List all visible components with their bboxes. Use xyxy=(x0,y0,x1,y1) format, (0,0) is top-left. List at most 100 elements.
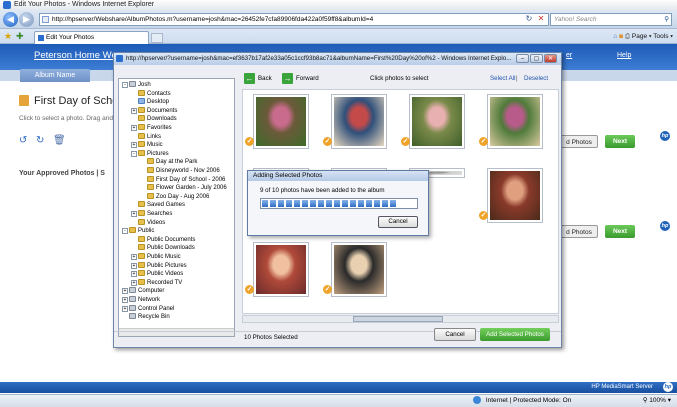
new-tab-button[interactable] xyxy=(151,33,163,43)
tree-item[interactable]: + Music xyxy=(131,141,163,149)
command-bar-labels[interactable]: Page ▾ Tools ▾ xyxy=(632,33,673,40)
expand-icon[interactable]: + xyxy=(131,271,137,278)
photo-thumbnail[interactable] xyxy=(487,94,543,149)
tree-item[interactable]: + Control Panel xyxy=(122,304,174,313)
help-link[interactable]: Help xyxy=(617,52,631,59)
tree-item[interactable]: Zoo Day - Aug 2006 xyxy=(140,192,209,201)
grid-scrollbar[interactable] xyxy=(242,315,559,323)
selected-check-icon[interactable]: ✓ xyxy=(245,285,254,294)
site-title-link[interactable]: Peterson Home We xyxy=(34,50,117,61)
tree-item[interactable]: Flower Garden - July 2006 xyxy=(140,184,227,192)
expand-icon[interactable]: + xyxy=(131,262,137,269)
add-favorite-icon[interactable]: ✚ xyxy=(16,31,24,42)
expand-icon[interactable]: + xyxy=(131,211,137,217)
zoom-level[interactable]: ⚲ 100% ▾ xyxy=(643,395,671,407)
security-zone[interactable]: Internet | Protected Mode: On xyxy=(473,395,571,407)
add-photos-button-top[interactable]: d Photos xyxy=(560,135,598,148)
tree-item[interactable]: + Documents xyxy=(131,106,177,115)
maximize-button[interactable]: ▢ xyxy=(530,54,543,63)
selected-check-icon[interactable]: ✓ xyxy=(479,211,488,220)
tree-item[interactable]: Public Downloads xyxy=(131,244,195,252)
tree-item[interactable]: + Network xyxy=(122,296,160,304)
tree-item[interactable]: Recycle Bin xyxy=(122,313,170,321)
expand-icon[interactable]: + xyxy=(131,107,137,114)
tree-item[interactable]: + Recorded TV xyxy=(131,278,182,287)
selected-check-icon[interactable]: ✓ xyxy=(323,285,332,294)
add-selected-photos-button[interactable]: Add Selected Photos xyxy=(480,328,550,341)
forward-arrow-icon[interactable]: ▶ xyxy=(19,12,34,27)
selected-check-icon[interactable]: ✓ xyxy=(323,137,332,146)
forward-arrow-icon[interactable]: → xyxy=(282,73,293,84)
next-button-bottom[interactable]: Next xyxy=(605,225,635,238)
photo-thumbnail[interactable] xyxy=(253,242,309,297)
tree-item[interactable]: Disneyworld - Nov 2006 xyxy=(140,167,220,175)
photo-thumbnail[interactable] xyxy=(331,242,387,297)
expand-icon[interactable]: + xyxy=(131,254,137,260)
collapse-icon[interactable]: - xyxy=(122,82,128,88)
expand-icon[interactable]: + xyxy=(131,142,137,149)
expand-icon[interactable]: + xyxy=(131,279,137,286)
command-bar[interactable]: ⌂ ◙ ⎙ Page ▾ Tools ▾ xyxy=(613,31,673,43)
back-label[interactable]: Back xyxy=(258,75,272,82)
print-icon[interactable]: ⎙ xyxy=(625,33,630,40)
folder-tree[interactable]: - Josh Contacts Desktop + Documents Downloads +… xyxy=(118,78,235,337)
browser-tab[interactable]: Edit Your Photos xyxy=(34,31,149,44)
cancel-button[interactable]: Cancel xyxy=(434,328,476,341)
tree-item[interactable]: - Pictures xyxy=(131,149,169,158)
collapse-icon[interactable]: - xyxy=(131,150,137,157)
tree-item[interactable]: + Public Pictures xyxy=(131,261,187,270)
tree-item[interactable]: + Computer xyxy=(122,287,164,295)
collapse-icon[interactable]: - xyxy=(122,228,128,235)
add-photos-button-bottom[interactable]: d Photos xyxy=(560,225,598,238)
search-icon[interactable]: ⚲ xyxy=(664,14,669,25)
tree-item[interactable]: + Public Videos xyxy=(131,270,183,278)
deselect-link[interactable]: Deselect xyxy=(524,75,548,82)
delete-icon[interactable]: 🗑 xyxy=(53,135,66,146)
user-link[interactable]: er xyxy=(566,52,572,59)
tree-scrollbar[interactable] xyxy=(119,328,234,336)
scroll-thumb[interactable] xyxy=(353,316,443,322)
next-button-top[interactable]: Next xyxy=(605,135,635,148)
dialog-cancel-button[interactable]: Cancel xyxy=(378,216,418,228)
tree-item[interactable]: + Searches xyxy=(131,210,172,218)
favorites-star-icon[interactable]: ★ xyxy=(4,31,12,42)
close-button[interactable]: ✕ xyxy=(544,54,557,63)
forward-label[interactable]: Forward xyxy=(296,75,319,82)
tree-item[interactable]: Saved Games xyxy=(131,201,185,209)
back-arrow-icon[interactable]: ◀ xyxy=(3,12,18,27)
refresh-icon[interactable]: ↻ xyxy=(524,14,534,24)
minimize-button[interactable]: – xyxy=(516,54,529,63)
tree-item[interactable]: First Day of School - 2006 xyxy=(140,175,225,184)
back-arrow-icon[interactable]: ← xyxy=(244,73,255,84)
selected-check-icon[interactable]: ✓ xyxy=(245,137,254,146)
selected-check-icon[interactable]: ✓ xyxy=(479,137,488,146)
popup-title-bar[interactable]: http://hpserver/?username=josh&mac=ef363… xyxy=(114,53,561,65)
expand-icon[interactable]: + xyxy=(131,125,137,131)
expand-icon[interactable]: + xyxy=(122,305,128,312)
selected-check-icon[interactable]: ✓ xyxy=(401,137,410,146)
expand-icon[interactable]: + xyxy=(122,297,128,303)
photo-thumbnail[interactable] xyxy=(409,94,465,149)
photo-thumbnail[interactable] xyxy=(487,168,543,223)
tree-item[interactable]: + Public Music xyxy=(131,253,181,261)
tree-item[interactable]: - Public xyxy=(122,227,154,235)
feeds-icon[interactable]: ◙ xyxy=(619,33,623,40)
tree-item[interactable]: + Favorites xyxy=(131,124,172,132)
stop-icon[interactable]: ✕ xyxy=(536,14,546,24)
photo-thumbnail[interactable] xyxy=(253,94,309,149)
tree-item[interactable]: Contacts xyxy=(131,89,171,98)
tree-item[interactable]: Desktop xyxy=(131,98,169,106)
photo-thumbnail[interactable] xyxy=(331,94,387,149)
rotate-left-icon[interactable]: ↺ xyxy=(19,135,27,146)
tree-item[interactable]: Videos xyxy=(131,218,165,227)
tree-item[interactable]: Day at the Park xyxy=(140,158,197,166)
address-bar[interactable]: http://hpserver/Webshare/AlbumPhotos.m?u… xyxy=(39,13,549,26)
expand-icon[interactable]: + xyxy=(122,288,128,295)
album-name-tab[interactable]: Album Name xyxy=(20,69,90,82)
search-input[interactable]: Yahoo! Search ⚲ xyxy=(550,13,672,26)
tree-item[interactable]: - Josh xyxy=(122,81,151,89)
tree-item[interactable]: Public Documents xyxy=(131,235,195,244)
tree-item[interactable]: Links xyxy=(131,132,161,141)
select-all-link[interactable]: Select All xyxy=(490,75,515,82)
tree-item[interactable]: Downloads xyxy=(131,115,177,123)
